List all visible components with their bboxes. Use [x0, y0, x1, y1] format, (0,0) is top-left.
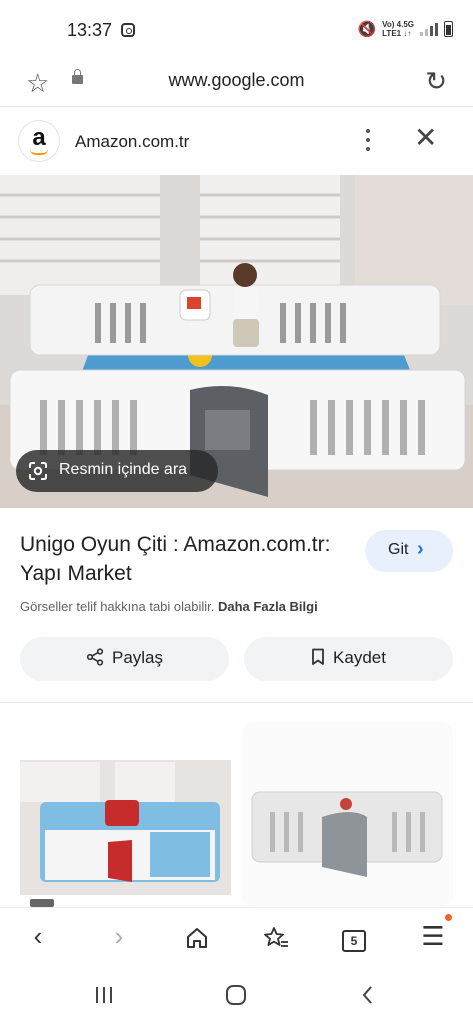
related-image-1-photo — [20, 722, 231, 907]
system-back-glyph — [362, 986, 372, 1004]
system-back-icon[interactable] — [348, 979, 388, 1011]
related-image-1[interactable] — [20, 722, 231, 907]
tab-count: 5 — [342, 930, 366, 952]
search-in-image-label: Resmin içinde ara — [59, 461, 188, 478]
visit-button[interactable]: Git › — [365, 530, 453, 572]
system-home-icon[interactable] — [216, 979, 256, 1011]
home-icon[interactable] — [177, 916, 217, 956]
share-button[interactable]: Paylaş — [20, 637, 229, 681]
more-info-link[interactable]: Daha Fazla Bilgi — [218, 599, 318, 614]
close-icon[interactable]: ✕ — [414, 123, 437, 153]
reload-icon[interactable]: ↻ — [425, 66, 447, 97]
network-indicator: Vo) 4.5G LTE1 ↓↑ — [382, 20, 414, 38]
result-sheet-header: a Amazon.com.tr ✕ — [0, 107, 473, 175]
status-time: 13:37 — [67, 20, 113, 40]
system-navigation — [0, 967, 473, 1024]
chevron-right-icon: › — [417, 538, 424, 560]
related-image-2-photo — [242, 722, 453, 907]
network-line-1: Vo) 4.5G — [382, 20, 414, 29]
result-title[interactable]: Unigo Oyun Çiti : Amazon.com.tr: Yapı Ma… — [20, 530, 340, 588]
search-in-image-chip[interactable]: Resmin içinde ara — [16, 450, 218, 492]
back-icon[interactable]: ‹ — [18, 916, 58, 956]
bookmarks-glyph — [264, 927, 288, 948]
instagram-notification-icon — [121, 23, 135, 37]
save-button[interactable]: Kaydet — [244, 637, 453, 681]
browser-toolbar: ‹ › 5 ☰ — [0, 907, 473, 968]
more-vert-icon[interactable] — [362, 129, 374, 153]
visit-label: Git — [388, 541, 409, 558]
site-name[interactable]: Amazon.com.tr — [75, 132, 189, 152]
signal-icon — [420, 22, 438, 36]
recents-glyph — [96, 987, 112, 1003]
network-line-2: LTE1 ↓↑ — [382, 29, 412, 38]
save-label: Kaydet — [333, 648, 386, 667]
lens-icon — [29, 462, 47, 480]
battery-icon — [444, 21, 453, 37]
status-indicators: 🔇 Vo) 4.5G LTE1 ↓↑ — [357, 20, 453, 38]
bookmarks-icon[interactable] — [256, 916, 296, 956]
forward-icon[interactable]: › — [99, 916, 139, 956]
bookmark-icon — [312, 648, 324, 665]
system-home-glyph — [226, 985, 246, 1005]
copyright-notice: Görseller telif hakkına tabi olabilir. D… — [20, 599, 318, 614]
mute-icon: 🔇 — [357, 21, 377, 38]
recents-icon[interactable] — [84, 979, 124, 1011]
home-glyph — [187, 928, 207, 949]
notification-dot — [445, 914, 452, 921]
related-image-2[interactable] — [242, 722, 453, 907]
url-text[interactable]: www.google.com — [0, 70, 473, 91]
share-label: Paylaş — [111, 648, 164, 667]
amazon-logo: a — [19, 121, 59, 161]
copyright-text: Görseller telif hakkına tabi olabilir. — [20, 599, 215, 614]
menu-icon[interactable]: ☰ — [413, 916, 453, 956]
tabs-icon[interactable]: 5 — [334, 916, 374, 956]
status-bar: 13:37 🔇 Vo) 4.5G LTE1 ↓↑ — [0, 0, 473, 60]
share-icon — [86, 648, 104, 666]
divider — [0, 702, 473, 703]
url-bar: ☆ www.google.com ↻ — [0, 60, 473, 107]
